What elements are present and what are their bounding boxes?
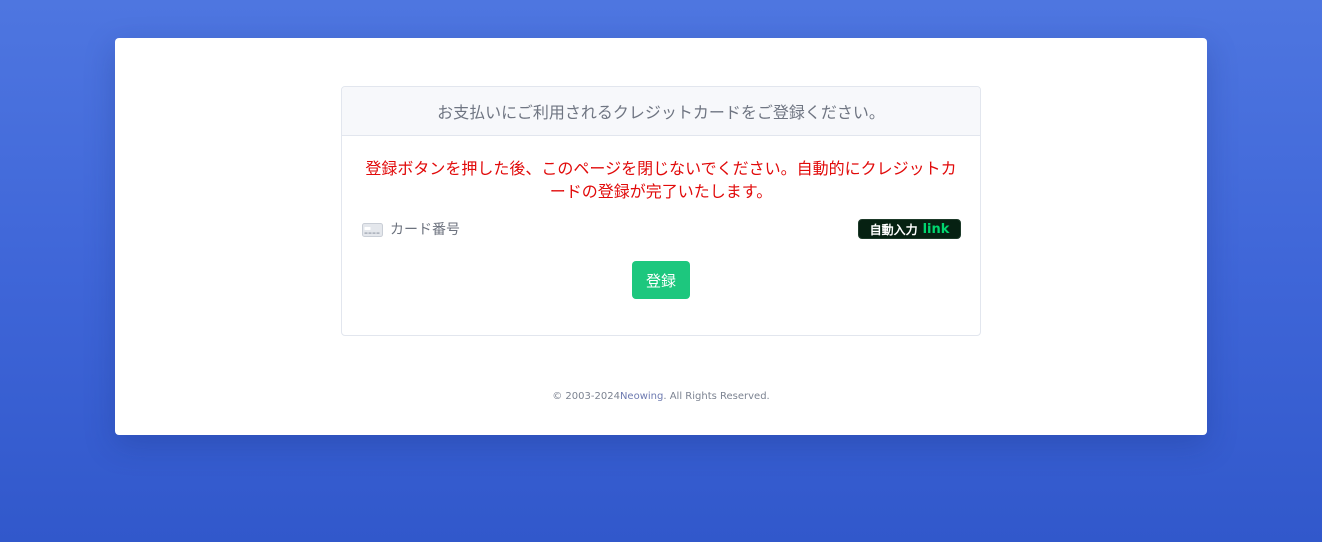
card-number-placeholder: カード番号 xyxy=(390,222,460,238)
warning-message: 登録ボタンを押した後、このページを閉じないでください。自動的にクレジットカードの… xyxy=(365,159,957,201)
footer: © 2003-2024Neowing. All Rights Reserved. xyxy=(115,391,1207,402)
footer-company-link[interactable]: Neowing xyxy=(620,391,663,402)
footer-rights: . All Rights Reserved. xyxy=(663,391,770,402)
autofill-label: 自動入力 xyxy=(869,222,918,237)
payment-form-card: お支払いにご利用されるクレジットカードをご登録ください。 登録ボタンを押した後、… xyxy=(341,86,981,336)
main-card: お支払いにご利用されるクレジットカードをご登録ください。 登録ボタンを押した後、… xyxy=(115,38,1207,435)
payment-form-header: お支払いにご利用されるクレジットカードをご登録ください。 xyxy=(342,87,980,136)
credit-card-icon xyxy=(362,222,383,237)
link-logo: link xyxy=(922,221,950,237)
card-number-field[interactable]: カード番号 自動入力 link xyxy=(362,218,961,240)
register-button[interactable]: 登録 xyxy=(632,261,690,299)
link-autofill-button[interactable]: 自動入力 link xyxy=(858,219,961,239)
card-number-input[interactable]: カード番号 xyxy=(362,219,460,239)
payment-form-title: お支払いにご利用されるクレジットカードをご登録ください。 xyxy=(437,103,885,122)
footer-copyright: © 2003-2024 xyxy=(552,391,620,402)
